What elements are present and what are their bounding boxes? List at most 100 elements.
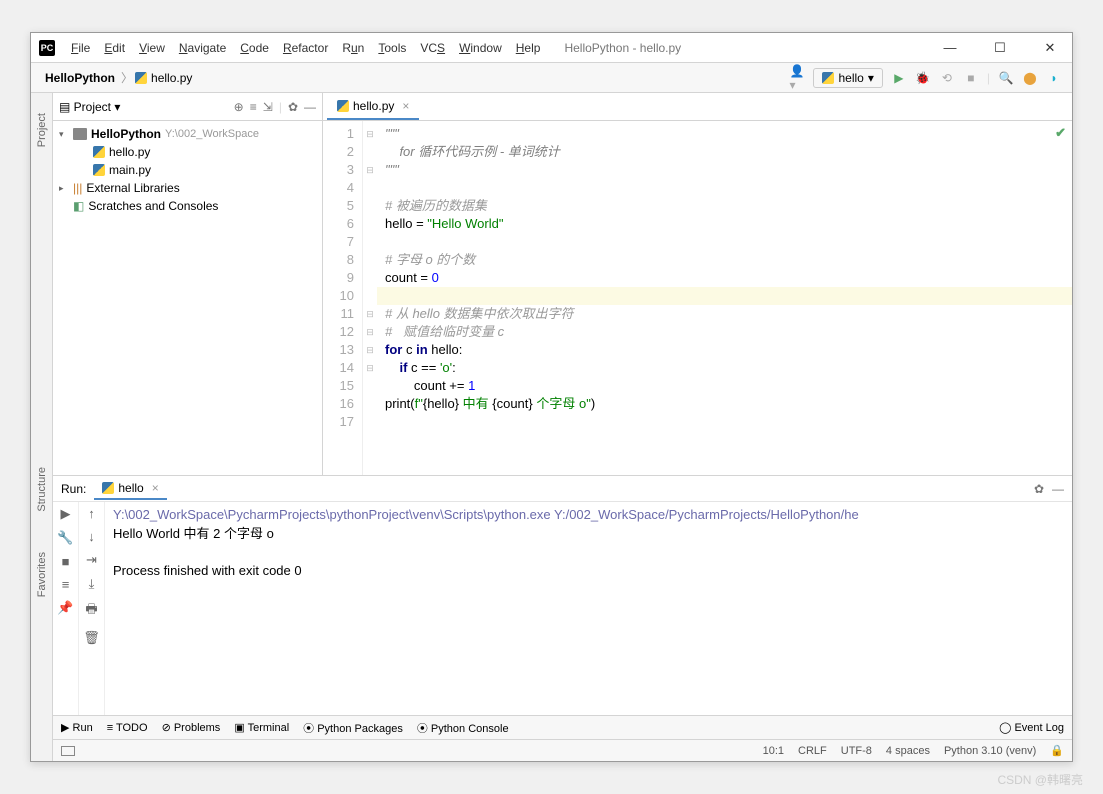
output-line: Hello World 中有 2 个字母 o xyxy=(113,526,274,541)
run-title: Run: xyxy=(61,482,86,496)
code-editor[interactable]: 1234567891011121314151617 ⊟ ⊟ ⊟⊟⊟⊟ """ f… xyxy=(323,121,1072,475)
main-area: Project Structure Favorites ▤ Project ▾ … xyxy=(31,93,1072,761)
lock-icon[interactable]: 🔒 xyxy=(1050,744,1064,757)
bottom-tab-problems[interactable]: ⊘ Problems xyxy=(162,721,221,734)
menu-vcs[interactable]: VCS xyxy=(414,39,451,57)
dropdown-arrow-icon: ▾ xyxy=(868,71,874,85)
tree-external-libs[interactable]: ▸ ||| External Libraries xyxy=(53,179,322,197)
run-config-name: hello xyxy=(838,71,863,85)
fold-gutter: ⊟ ⊟ ⊟⊟⊟⊟ xyxy=(363,121,377,475)
rerun-button[interactable]: ▶ xyxy=(61,506,71,522)
status-widget-icon[interactable] xyxy=(61,746,75,756)
menu-run[interactable]: Run xyxy=(336,39,370,57)
console-output[interactable]: Y:\002_WorkSpace\PycharmProjects\pythonP… xyxy=(105,502,1072,715)
debug-button[interactable]: 🐞 xyxy=(915,70,931,86)
collapse-all-icon[interactable]: ⇲ xyxy=(263,100,273,114)
tree-scratches[interactable]: ◧ Scratches and Consoles xyxy=(53,197,322,215)
clear-icon[interactable]: 🗑 xyxy=(83,630,100,646)
code-lines[interactable]: """ for 循环代码示例 - 单词统计 """ # 被遍历的数据集 hell… xyxy=(377,121,1072,475)
editor-tab-hello[interactable]: hello.py × xyxy=(327,94,419,120)
encoding[interactable]: UTF-8 xyxy=(841,745,872,757)
python-file-icon xyxy=(337,100,349,112)
project-tree: ▾ HelloPython Y:\002_WorkSpace hello.py … xyxy=(53,121,322,219)
bottom-tab-console[interactable]: ⦿ Python Console xyxy=(417,720,509,736)
menu-refactor[interactable]: Refactor xyxy=(277,39,334,57)
breadcrumb-project[interactable]: HelloPython xyxy=(41,69,119,87)
ide-update-button[interactable]: ⬤ xyxy=(1022,70,1038,86)
minimize-button[interactable]: — xyxy=(936,40,964,56)
library-icon: ||| xyxy=(73,181,82,195)
exec-path: Y:\002_WorkSpace\PycharmProjects\pythonP… xyxy=(113,507,859,522)
inspection-ok-icon[interactable]: ✔ xyxy=(1055,125,1066,141)
menu-help[interactable]: Help xyxy=(510,39,547,57)
select-opened-icon[interactable]: ⊕ xyxy=(234,100,244,114)
run-secondary-toolbar: ↑ ↓ ⇥ ⤓ 🖶 🗑 xyxy=(79,502,105,715)
scroll-end-icon[interactable]: ⤓ xyxy=(89,576,95,592)
run-config-selector[interactable]: hello ▾ xyxy=(813,68,882,88)
filter-icon[interactable]: ≡ xyxy=(62,577,70,592)
app-window: PC File Edit View Navigate Code Refactor… xyxy=(30,32,1073,762)
stop-button[interactable]: ■ xyxy=(963,70,979,86)
hide-panel-icon[interactable]: — xyxy=(304,100,316,114)
menu-tools[interactable]: Tools xyxy=(372,39,412,57)
tree-file-hello[interactable]: hello.py xyxy=(53,143,322,161)
interpreter[interactable]: Python 3.10 (venv) xyxy=(944,745,1036,757)
run-tab[interactable]: hello × xyxy=(94,478,166,500)
bottom-tab-todo[interactable]: ≡ TODO xyxy=(107,722,148,734)
python-icon xyxy=(102,482,114,494)
menu-view[interactable]: View xyxy=(133,39,171,57)
line-separator[interactable]: CRLF xyxy=(798,745,827,757)
gear-icon[interactable]: ✿ xyxy=(1034,482,1044,496)
menu-window[interactable]: Window xyxy=(453,39,508,57)
gear-icon[interactable]: ✿ xyxy=(288,100,298,114)
gutter-project[interactable]: Project xyxy=(36,113,48,147)
pin-icon[interactable]: 📌 xyxy=(57,600,73,616)
titlebar: PC File Edit View Navigate Code Refactor… xyxy=(31,33,1072,63)
up-arrow-icon[interactable]: ↑ xyxy=(88,506,95,521)
user-icon[interactable]: 👤▾ xyxy=(789,70,805,86)
event-log-button[interactable]: ◯ Event Log xyxy=(999,721,1064,734)
close-button[interactable]: ✕ xyxy=(1036,40,1064,56)
file-name: hello.py xyxy=(109,145,150,159)
run-button[interactable]: ▶ xyxy=(891,70,907,86)
stop-icon[interactable]: ■ xyxy=(62,554,70,569)
cursor-position[interactable]: 10:1 xyxy=(763,745,784,757)
bottom-tab-terminal[interactable]: ▣ Terminal xyxy=(234,721,289,734)
bottom-tab-run[interactable]: ▶ Run xyxy=(61,721,93,734)
app-icon: PC xyxy=(39,40,55,56)
project-panel: ▤ Project ▾ ⊕ ≡ ⇲ | ✿ — ▾ HelloPython Y:… xyxy=(53,93,323,475)
down-arrow-icon[interactable]: ↓ xyxy=(88,529,95,544)
root-path: Y:\002_WorkSpace xyxy=(165,128,259,140)
close-tab-icon[interactable]: × xyxy=(402,99,409,113)
status-bar: 10:1 CRLF UTF-8 4 spaces Python 3.10 (ve… xyxy=(53,739,1072,761)
menu-navigate[interactable]: Navigate xyxy=(173,39,232,57)
python-file-icon xyxy=(135,72,147,84)
tree-file-main[interactable]: main.py xyxy=(53,161,322,179)
editor-area: hello.py × 1234567891011121314151617 ⊟ ⊟… xyxy=(323,93,1072,475)
hide-run-icon[interactable]: — xyxy=(1052,482,1064,496)
maximize-button[interactable]: ☐ xyxy=(986,40,1014,56)
project-panel-header: ▤ Project ▾ ⊕ ≡ ⇲ | ✿ — xyxy=(53,93,322,121)
wrench-icon[interactable]: 🔧 xyxy=(57,530,73,546)
navbar: HelloPython 〉 hello.py 👤▾ hello ▾ ▶ 🐞 ⟲ … xyxy=(31,63,1072,93)
exit-line: Process finished with exit code 0 xyxy=(113,563,302,578)
menu-file[interactable]: File xyxy=(65,39,96,57)
chevron-down-icon: ▾ xyxy=(59,129,69,140)
gutter-favorites[interactable]: Favorites xyxy=(36,552,48,597)
search-button[interactable]: 🔍 xyxy=(998,70,1014,86)
indent[interactable]: 4 spaces xyxy=(886,745,930,757)
soft-wrap-icon[interactable]: ⇥ xyxy=(86,552,97,568)
run-primary-toolbar: ▶ 🔧 ■ ≡ 📌 xyxy=(53,502,79,715)
menu-edit[interactable]: Edit xyxy=(98,39,131,57)
expand-all-icon[interactable]: ≡ xyxy=(250,100,257,114)
plugin-icon[interactable]: ◗ xyxy=(1046,70,1062,86)
gutter-structure[interactable]: Structure xyxy=(36,467,48,512)
breadcrumb-file[interactable]: hello.py xyxy=(147,69,196,87)
coverage-button[interactable]: ⟲ xyxy=(939,70,955,86)
print-icon[interactable]: 🖶 xyxy=(85,600,97,622)
tree-root[interactable]: ▾ HelloPython Y:\002_WorkSpace xyxy=(53,125,322,143)
menu-code[interactable]: Code xyxy=(234,39,275,57)
close-run-tab-icon[interactable]: × xyxy=(152,481,159,495)
project-panel-title[interactable]: ▤ Project ▾ xyxy=(59,100,120,114)
bottom-tab-packages[interactable]: ⦿ Python Packages xyxy=(303,720,403,736)
